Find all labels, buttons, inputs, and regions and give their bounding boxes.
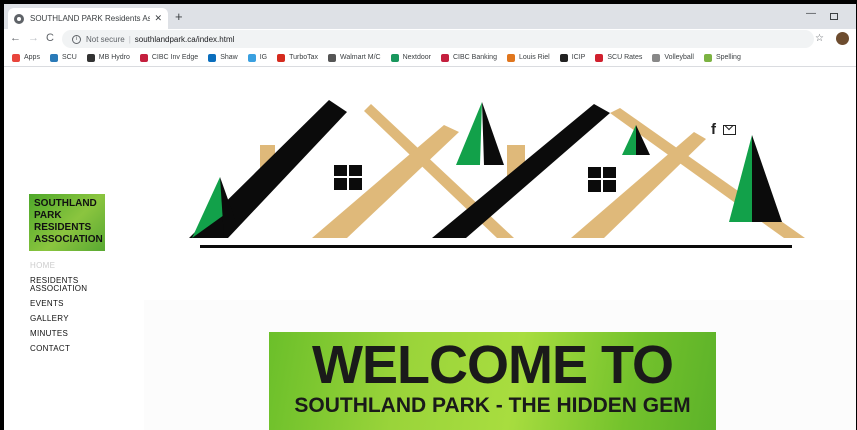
bookmark-icon	[652, 53, 661, 62]
logo-line: PARK	[34, 210, 62, 221]
bookmark-star-icon[interactable]: ☆	[815, 33, 824, 44]
bookmark-item[interactable]: CIBC Inv Edge	[139, 53, 199, 62]
bookmarks-bar: Apps SCU MB Hydro CIBC Inv Edge Shaw IG TurboT…	[4, 49, 856, 67]
bookmark-item[interactable]: Nextdoor	[390, 53, 431, 62]
logo-line: SOUTHLAND	[34, 198, 97, 209]
bookmark-label: IG	[259, 54, 268, 61]
bookmark-label: Walmart M/C	[340, 54, 381, 61]
forward-button[interactable]: →	[28, 32, 39, 44]
bookmark-label: Shaw	[220, 54, 238, 61]
reload-button[interactable]: C	[46, 32, 54, 44]
globe-icon	[14, 13, 24, 24]
bookmark-label: Spelling	[715, 54, 741, 61]
bookmark-icon	[595, 53, 604, 62]
browser-tab[interactable]: SOUTHLAND PARK Residents As ✕	[8, 8, 168, 29]
info-icon[interactable]: i	[72, 34, 81, 44]
bookmark-icon	[328, 53, 337, 62]
bookmark-icon	[86, 53, 95, 62]
bookmark-item[interactable]: Spelling	[703, 53, 741, 62]
bookmark-label: CIBC Inv Edge	[151, 54, 199, 61]
bookmark-item[interactable]: Shaw	[208, 53, 238, 62]
mail-icon[interactable]	[723, 124, 736, 135]
bookmark-icon	[139, 53, 148, 62]
tab-title: SOUTHLAND PARK Residents As	[30, 14, 151, 23]
bookmark-icon	[506, 53, 515, 62]
tab-close-icon[interactable]: ✕	[154, 13, 162, 24]
bookmark-item[interactable]: Apps	[12, 53, 40, 62]
nav-item[interactable]: HOME	[30, 262, 94, 270]
bookmark-item[interactable]: Volleyball	[652, 53, 694, 62]
bookmark-icon	[441, 53, 449, 62]
url-text[interactable]: southlandpark.ca/index.html	[135, 35, 235, 44]
bookmark-icon	[247, 53, 256, 62]
bookmark-label: Louis Riel	[518, 54, 550, 61]
bookmark-icon	[390, 53, 399, 62]
bookmark-label: Volleyball	[664, 54, 694, 61]
minimize-button[interactable]: —	[806, 8, 816, 19]
social-links: f	[711, 122, 736, 137]
bookmark-item[interactable]: SCU	[49, 53, 77, 62]
nav-item[interactable]: EVENTS	[30, 300, 94, 308]
bookmark-label: CIBC Banking	[453, 54, 497, 61]
site-nav: HOME RESIDENTS ASSOCIATION EVENTS GALLERY MI…	[30, 262, 94, 360]
address-bar[interactable]: i Not secure | southlandpark.ca/index.ht…	[62, 30, 814, 48]
welcome-banner: WELCOME TO SOUTHLAND PARK - THE HIDDEN G…	[269, 332, 716, 430]
bookmark-label: MB Hydro	[98, 54, 130, 61]
address-toolbar: ← → C i Not secure | southlandpark.ca/in…	[4, 29, 856, 49]
bookmark-label: TurboTax	[289, 54, 319, 61]
bookmark-item[interactable]: SCU Rates	[595, 53, 643, 62]
bookmark-icon	[208, 53, 217, 62]
url-separator: |	[128, 34, 131, 44]
nav-item[interactable]: MINUTES	[30, 330, 94, 338]
browser-window: SOUTHLAND PARK Residents As ✕ + — ← → C …	[4, 4, 856, 430]
nav-item[interactable]: RESIDENTS ASSOCIATION	[30, 277, 94, 293]
security-status: Not secure	[86, 34, 125, 44]
bookmark-item[interactable]: IG	[247, 53, 268, 62]
bookmark-icon	[12, 53, 20, 62]
bookmark-label: SCU Rates	[607, 54, 643, 61]
bookmark-item[interactable]: MB Hydro	[86, 53, 130, 62]
facebook-icon[interactable]: f	[711, 122, 716, 137]
bookmark-item[interactable]: Walmart M/C	[328, 53, 381, 62]
back-button[interactable]: ←	[10, 32, 21, 44]
new-tab-button[interactable]: +	[175, 10, 183, 23]
logo-line: RESIDENTS	[34, 222, 92, 233]
bookmark-item[interactable]: CIBC Banking	[441, 53, 497, 62]
bookmark-icon	[703, 53, 712, 62]
bookmark-item[interactable]: TurboTax	[277, 53, 319, 62]
bookmark-label: SCU	[61, 54, 77, 61]
bookmark-label: Apps	[24, 54, 40, 61]
bookmark-item[interactable]: ICIP	[559, 53, 586, 62]
banner-title: WELCOME TO	[312, 335, 674, 395]
site-logo[interactable]: SOUTHLAND PARK RESIDENTS ASSOCIATION	[29, 194, 105, 251]
nav-item[interactable]: CONTACT	[30, 345, 94, 353]
bookmark-label: ICIP	[571, 54, 586, 61]
maximize-button[interactable]	[830, 13, 838, 20]
profile-avatar[interactable]	[836, 32, 849, 45]
bookmark-label: Nextdoor	[402, 54, 431, 61]
tab-strip: SOUTHLAND PARK Residents As ✕ + —	[4, 4, 856, 29]
bookmark-item[interactable]: Louis Riel	[506, 53, 550, 62]
banner-subtitle: SOUTHLAND PARK - THE HIDDEN GEM	[294, 394, 691, 417]
web-page: SOUTHLAND PARK RESIDENTS ASSOCIATION HOM…	[4, 67, 856, 430]
logo-line: ASSOCIATION	[34, 234, 103, 245]
bookmark-icon	[559, 53, 568, 62]
bookmark-icon	[49, 53, 58, 62]
nav-item[interactable]: GALLERY	[30, 315, 94, 323]
bookmark-icon	[277, 53, 286, 62]
